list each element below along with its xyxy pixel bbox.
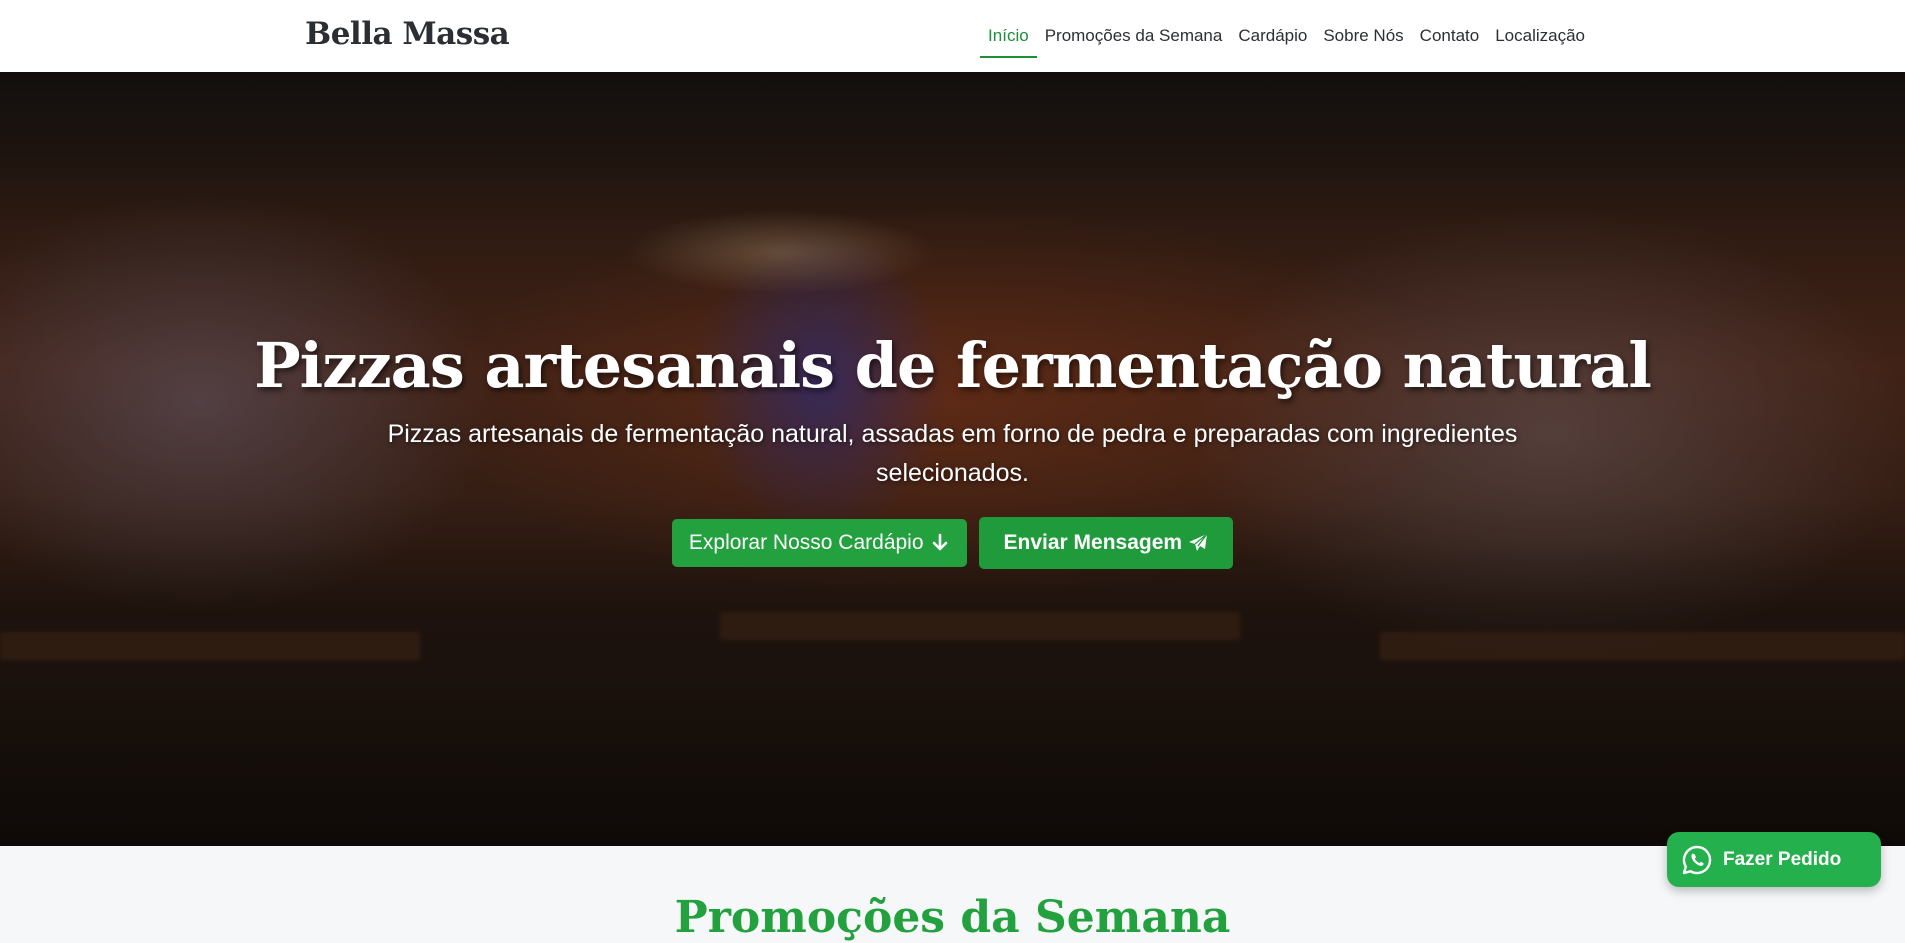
navbar: Bella Massa Início Promoções da Semana C… — [0, 0, 1905, 72]
explore-menu-button-label: Explorar Nosso Cardápio — [688, 531, 924, 555]
hero-title: Pizzas artesanais de fermentação natural — [254, 329, 1652, 402]
section-title: Promoções da Semana — [674, 892, 1231, 943]
arrow-down-icon — [932, 533, 947, 551]
paper-plane-icon — [1189, 533, 1208, 552]
main-nav: Início Promoções da Semana Cardápio Sobr… — [980, 0, 1593, 72]
send-message-button-label: Enviar Mensagem — [1003, 531, 1183, 555]
nav-item-promocoes[interactable]: Promoções da Semana — [1037, 0, 1231, 72]
nav-item-cardapio[interactable]: Cardápio — [1230, 0, 1315, 72]
explore-menu-button[interactable]: Explorar Nosso Cardápio — [671, 519, 967, 568]
hero-buttons: Explorar Nosso Cardápio Enviar Mensagem — [0, 517, 1905, 570]
brand-logo[interactable]: Bella Massa — [305, 16, 510, 52]
send-message-button[interactable]: Enviar Mensagem — [978, 517, 1234, 570]
nav-item-sobre-nos[interactable]: Sobre Nós — [1315, 0, 1411, 72]
hero-content: Pizzas artesanais de fermentação natural… — [0, 329, 1905, 570]
nav-item-contato[interactable]: Contato — [1412, 0, 1488, 72]
nav-item-inicio[interactable]: Início — [980, 0, 1037, 72]
nav-item-localizacao[interactable]: Localização — [1487, 0, 1593, 72]
hero-section: Pizzas artesanais de fermentação natural… — [0, 72, 1905, 846]
whatsapp-order-label: Fazer Pedido — [1723, 848, 1842, 870]
promotions-section: Promoções da Semana — [0, 846, 1905, 943]
hero-subtitle: Pizzas artesanais de fermentação natural… — [387, 420, 1518, 488]
whatsapp-order-button[interactable]: Fazer Pedido — [1667, 832, 1881, 887]
whatsapp-icon — [1682, 845, 1712, 874]
